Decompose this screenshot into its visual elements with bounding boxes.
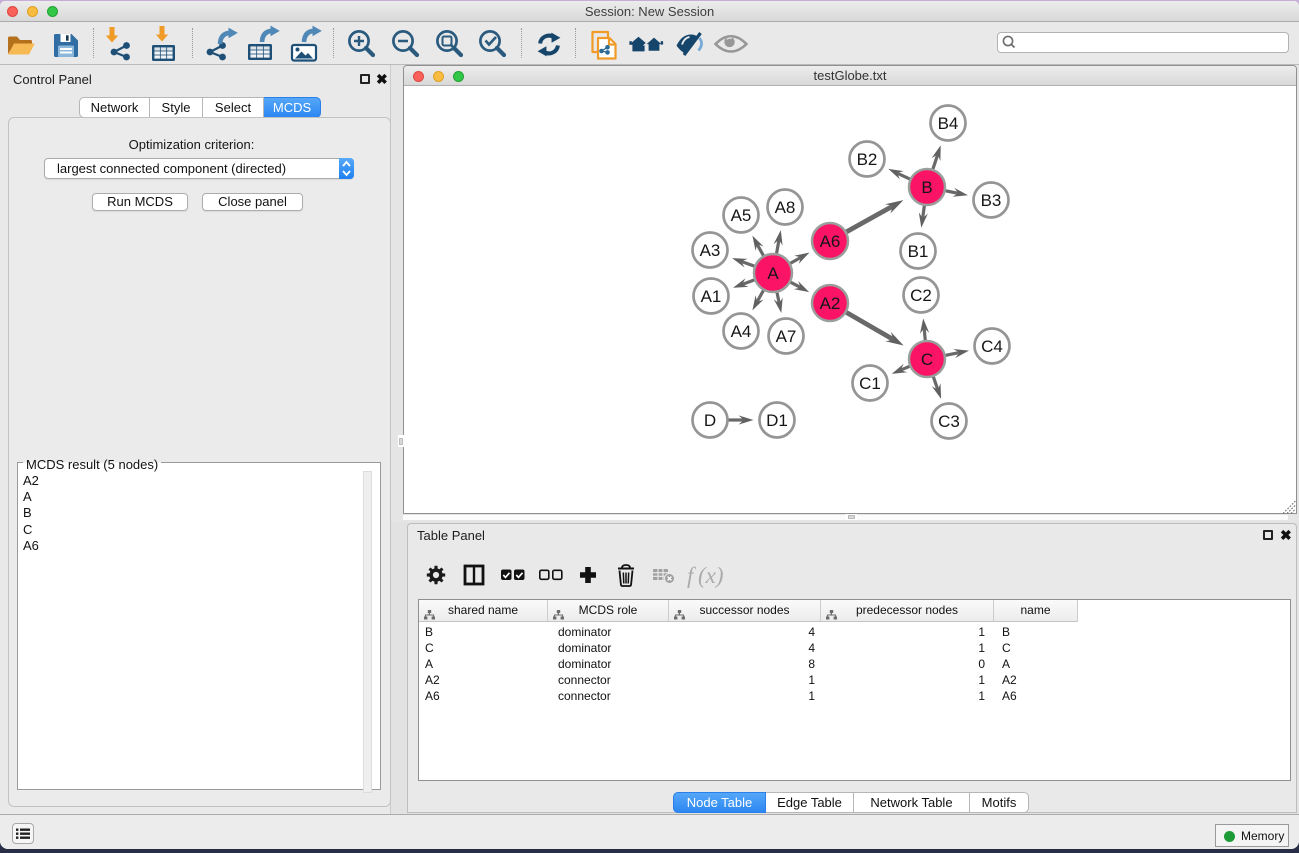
- svg-text:D1: D1: [766, 411, 788, 430]
- svg-text:B: B: [921, 178, 932, 197]
- svg-text:C4: C4: [981, 337, 1003, 356]
- svg-text:A4: A4: [731, 322, 752, 341]
- svg-text:B4: B4: [938, 114, 959, 133]
- svg-text:A2: A2: [820, 294, 841, 313]
- svg-text:A3: A3: [700, 241, 721, 260]
- svg-text:A: A: [767, 264, 779, 283]
- svg-text:C: C: [921, 350, 933, 369]
- svg-text:C1: C1: [859, 374, 881, 393]
- svg-text:B3: B3: [981, 191, 1002, 210]
- svg-text:B1: B1: [908, 242, 929, 261]
- svg-text:A8: A8: [775, 198, 796, 217]
- svg-text:f (x): f (x): [687, 563, 724, 588]
- svg-text:C3: C3: [938, 412, 960, 431]
- svg-text:A7: A7: [776, 327, 797, 346]
- svg-text:C2: C2: [910, 286, 932, 305]
- svg-text:D: D: [704, 411, 716, 430]
- svg-text:A1: A1: [701, 287, 722, 306]
- svg-text:A6: A6: [820, 232, 841, 251]
- svg-text:B2: B2: [857, 150, 878, 169]
- svg-text:A5: A5: [731, 206, 752, 225]
